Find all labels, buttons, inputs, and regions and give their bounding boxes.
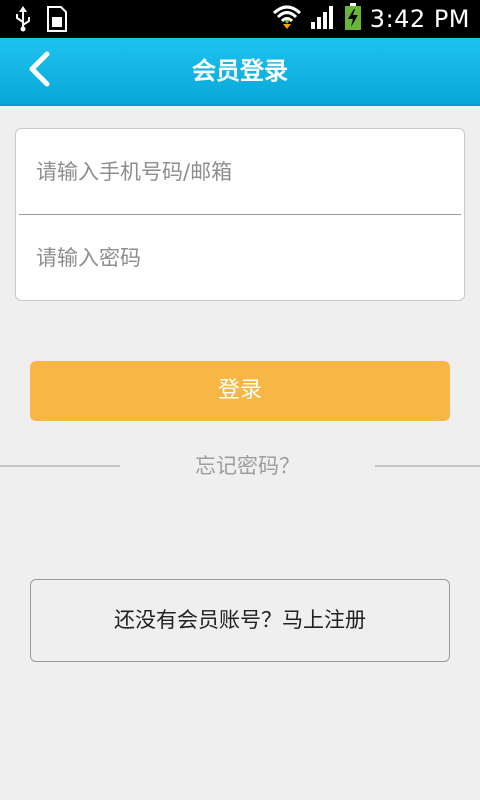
battery-charging-icon [344,3,362,35]
page-title: 会员登录 [192,57,288,85]
status-bar-right: 3:42 PM [272,0,470,38]
login-button[interactable]: 登录 [30,361,450,421]
usb-icon [14,6,32,36]
wifi-icon [272,3,302,35]
status-bar-left [14,6,68,36]
forgot-password-link[interactable]: 忘记密码？ [120,450,375,482]
divider-line-right [375,465,480,467]
account-field-row [16,129,464,214]
divider-line-left [0,465,120,467]
forgot-password-row: 忘记密码？ [0,450,480,482]
signal-icon [310,4,336,34]
login-form-card [15,128,465,301]
password-input[interactable] [34,244,458,271]
status-clock: 3:42 PM [369,5,470,33]
app-bar: 会员登录 [0,38,480,106]
account-input[interactable] [34,158,458,185]
password-field-row [16,215,464,300]
register-button[interactable]: 还没有会员账号？马上注册 [30,579,450,662]
status-bar: 3:42 PM [0,0,480,38]
sim-icon [46,6,68,36]
